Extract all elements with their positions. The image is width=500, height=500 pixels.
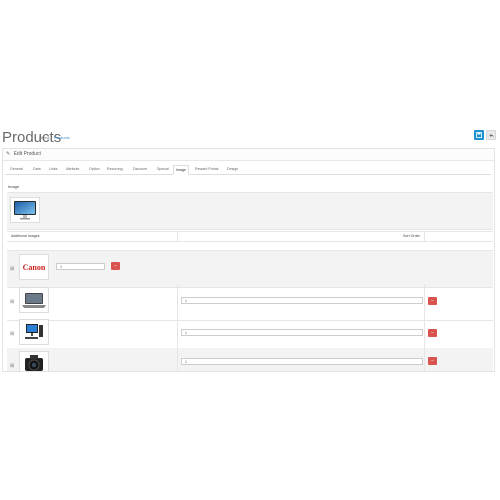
breadcrumb: Home Products — [39, 135, 73, 140]
minus-icon: − — [114, 263, 117, 269]
sort-order-input[interactable]: 1 — [181, 297, 423, 304]
main-image-row — [7, 192, 493, 230]
drag-handle-icon[interactable]: ⊞ — [10, 331, 14, 337]
additional-image-thumbnail[interactable] — [19, 351, 49, 371]
tab-discount[interactable]: Discount — [133, 165, 147, 174]
additional-image-thumbnail[interactable] — [19, 319, 49, 345]
additional-image-row: ⊞ 1 − — [7, 348, 493, 371]
pencil-icon: ✎ — [6, 151, 11, 157]
tab-attribute[interactable]: Attribute — [66, 165, 79, 174]
main-image-thumbnail[interactable] — [10, 197, 40, 223]
cancel-button[interactable] — [486, 130, 496, 140]
svg-text:Canon: Canon — [23, 263, 46, 272]
drag-handle-icon[interactable]: ⊞ — [10, 299, 14, 305]
tab-links[interactable]: Links — [49, 165, 57, 174]
sort-order-input[interactable]: 1 — [56, 263, 105, 270]
column-divider — [424, 316, 425, 352]
page-header: Products Home Products — [0, 126, 496, 148]
sort-order-input[interactable]: 1 — [181, 329, 423, 336]
monitor-image — [14, 201, 36, 220]
minus-icon: − — [431, 298, 434, 304]
tab-design[interactable]: Design — [227, 165, 238, 174]
image-section-label: Image — [8, 184, 20, 189]
camera-image — [25, 355, 43, 371]
column-divider — [177, 316, 178, 352]
remove-image-button[interactable]: − — [428, 329, 437, 337]
panel-heading-label: Edit Product — [13, 151, 41, 157]
additional-image-thumbnail[interactable]: Canon — [19, 254, 49, 280]
tab-general[interactable]: General — [10, 165, 23, 174]
tab-reward-points[interactable]: Reward Points — [195, 165, 218, 174]
reply-icon — [488, 133, 494, 137]
column-divider — [424, 348, 425, 371]
tab-image[interactable]: Image — [173, 165, 189, 175]
tabs-bar: General Data Links Attribute Option Recu… — [5, 165, 491, 175]
save-button[interactable] — [474, 130, 484, 140]
column-divider — [177, 348, 178, 371]
minus-icon: − — [431, 358, 434, 364]
remove-image-button[interactable]: − — [428, 357, 437, 365]
column-divider — [424, 284, 425, 320]
drag-handle-icon[interactable]: ⊞ — [10, 363, 14, 369]
tab-data[interactable]: Data — [33, 165, 41, 174]
additional-image-row: ⊞ Canon 1 − — [7, 251, 493, 288]
panel-heading: ✎ Edit Product — [3, 149, 494, 161]
column-divider — [177, 284, 178, 320]
breadcrumb-products-link[interactable]: Products — [54, 135, 70, 140]
tab-special[interactable]: Special — [157, 165, 169, 174]
minus-icon: − — [431, 330, 434, 336]
save-icon — [476, 132, 482, 138]
laptop-image — [22, 293, 46, 308]
tab-option[interactable]: Option — [89, 165, 100, 174]
sort-order-input[interactable]: 1 — [181, 358, 423, 365]
tab-recurring[interactable]: Recurring — [107, 165, 123, 174]
canon-logo-image: Canon — [23, 263, 46, 272]
edit-product-panel: ✎ Edit Product General Data Links Attrib… — [2, 148, 495, 372]
remove-image-button[interactable]: − — [111, 262, 120, 270]
additional-image-thumbnail[interactable] — [19, 287, 49, 313]
spacer-row — [7, 240, 493, 251]
desktop-computer-image — [25, 324, 43, 339]
drag-handle-icon[interactable]: ⊞ — [10, 266, 14, 272]
breadcrumb-home-link[interactable]: Home — [39, 135, 50, 140]
remove-image-button[interactable]: − — [428, 297, 437, 305]
